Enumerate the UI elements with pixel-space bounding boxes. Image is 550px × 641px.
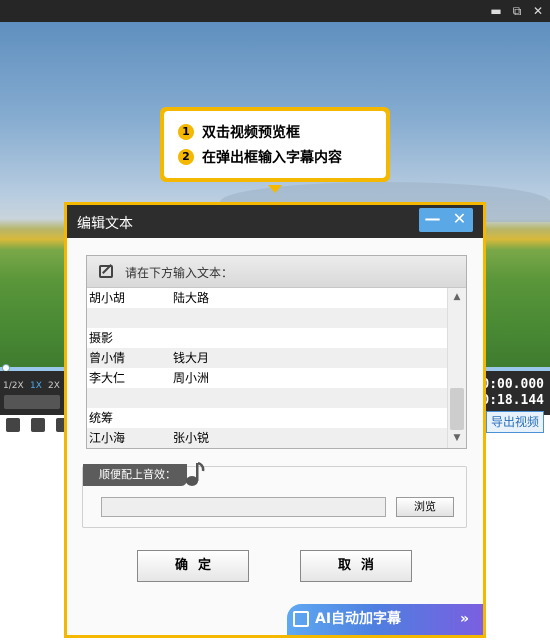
speed-double[interactable]: 2X [48, 381, 60, 391]
tool-icon[interactable] [6, 418, 20, 432]
callout-step-text: 双击视频预览框 [202, 124, 300, 141]
text-cell: 统筹 [89, 411, 114, 425]
text-cell: 陆大路 [173, 291, 210, 305]
music-note-icon [186, 461, 205, 486]
subtitle-textarea[interactable]: 胡小胡 陆大路 摄影 曾小倩 钱大月 李大仁 周小洲 统筹 江小海 张小锐 [87, 288, 447, 448]
text-scrollbar[interactable]: ▲ ▼ [447, 288, 466, 448]
scroll-up-icon[interactable]: ▲ [450, 290, 464, 304]
app-window: ▬ ⧉ ✕ 1 双击视频预览框 2 在弹出框输入字幕内容 1/2X 1X 2X … [0, 0, 550, 641]
text-cell: 周小洲 [173, 371, 210, 385]
dialog-title: 编辑文本 [77, 216, 133, 232]
sound-file-input[interactable] [101, 497, 386, 517]
minimize-icon[interactable]: — [419, 208, 446, 232]
sound-effect-panel: 顺便配上音效： 浏览 [82, 461, 467, 528]
callout-step-1: 1 双击视频预览框 [178, 119, 372, 144]
speed-half[interactable]: 1/2X [3, 381, 24, 391]
text-cell: 张小锐 [173, 431, 210, 445]
sound-effect-label: 顺便配上音效： [83, 464, 187, 486]
step-number-icon: 1 [178, 123, 194, 140]
cancel-button[interactable]: 取消 [300, 550, 412, 582]
edit-icon [99, 265, 113, 278]
folder-icon[interactable] [31, 418, 45, 432]
callout-step-text: 在弹出框输入字幕内容 [202, 149, 342, 166]
text-panel-header: 请在下方输入文本： [87, 256, 466, 288]
instruction-callout: 1 双击视频预览框 2 在弹出框输入字幕内容 [160, 107, 390, 182]
export-video-button[interactable]: 导出视频 [486, 411, 544, 433]
text-input-panel: 请在下方输入文本： 胡小胡 陆大路 摄影 曾小倩 钱大月 李大仁 周小洲 统筹 江小海… [86, 255, 467, 449]
text-row: 胡小胡 陆大路 [87, 288, 447, 308]
speed-slider[interactable] [4, 395, 60, 409]
ai-subtitle-label: AI自动加字幕 [315, 611, 402, 627]
step-number-icon: 2 [178, 148, 194, 165]
restore-icon[interactable]: ⧉ [509, 3, 525, 19]
text-cell: 江小海 [89, 431, 126, 445]
dialog-title-bar: 编辑文本 — ✕ [67, 205, 483, 238]
close-icon[interactable]: ✕ [446, 208, 473, 232]
text-cell: 胡小胡 [89, 291, 126, 305]
title-bar: ▬ ⧉ ✕ [0, 0, 550, 22]
minimize-icon[interactable]: ▬ [488, 3, 504, 19]
double-chevron-right-icon: » [459, 611, 469, 627]
text-row [87, 308, 447, 328]
ai-subtitle-button[interactable]: AI自动加字幕 » [287, 604, 483, 635]
text-row [87, 388, 447, 408]
callout-pointer [268, 185, 282, 193]
scroll-down-icon[interactable]: ▼ [450, 431, 464, 445]
dialog-window-buttons: — ✕ [419, 208, 473, 232]
text-panel-label: 请在下方输入文本： [125, 266, 234, 280]
text-cell: 钱大月 [173, 351, 210, 365]
text-cell: 摄影 [89, 331, 114, 345]
text-cell: 李大仁 [89, 371, 126, 385]
close-icon[interactable]: ✕ [530, 3, 546, 19]
edit-text-dialog: 编辑文本 — ✕ 请在下方输入文本： 胡小胡 陆大路 摄影 曾小倩 钱大月 李大仁 周… [64, 202, 486, 638]
speed-normal[interactable]: 1X [30, 381, 42, 391]
text-row: 李大仁 周小洲 [87, 368, 447, 388]
ai-subtitle-icon [293, 611, 309, 627]
text-row: 江小海 张小锐 [87, 428, 447, 448]
ok-button[interactable]: 确定 [137, 550, 249, 582]
text-row: 摄影 [87, 328, 447, 348]
dialog-body: 请在下方输入文本： 胡小胡 陆大路 摄影 曾小倩 钱大月 李大仁 周小洲 统筹 江小海… [67, 238, 483, 635]
browse-button[interactable]: 浏览 [396, 497, 454, 517]
scroll-thumb[interactable] [450, 388, 464, 430]
text-row: 统筹 [87, 408, 447, 428]
text-row: 曾小倩 钱大月 [87, 348, 447, 368]
text-cell: 曾小倩 [89, 351, 126, 365]
callout-step-2: 2 在弹出框输入字幕内容 [178, 144, 372, 169]
